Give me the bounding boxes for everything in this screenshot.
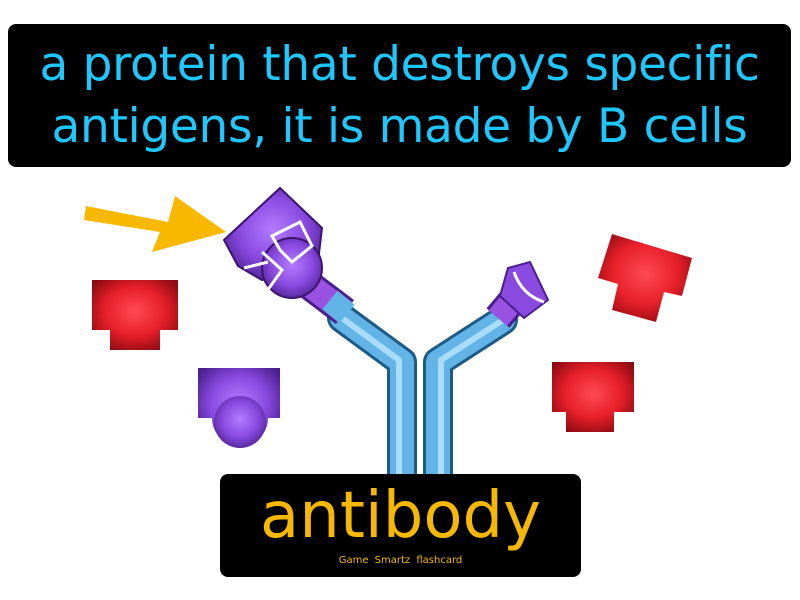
brand-label: Game Smartz flashcard [338,555,463,566]
antibody-icon [290,260,550,495]
arrow-icon [84,196,226,252]
red-antigen-icon [552,362,634,432]
red-antigen-icon [92,280,178,350]
purple-antigen-icon [222,186,324,299]
definition-line-2: antigens, it is made by B cells [51,99,748,154]
red-antigen-icon [598,234,692,322]
term-title: antibody [260,479,541,553]
term-box: antibody Game Smartz flashcard [220,474,581,577]
definition-box: a protein that destroys specific antigen… [8,24,791,167]
purple-antigen-icon [198,368,280,448]
definition-line-1: a protein that destroys specific [39,37,760,92]
flashcard: a protein that destroys specific antigen… [0,0,800,600]
